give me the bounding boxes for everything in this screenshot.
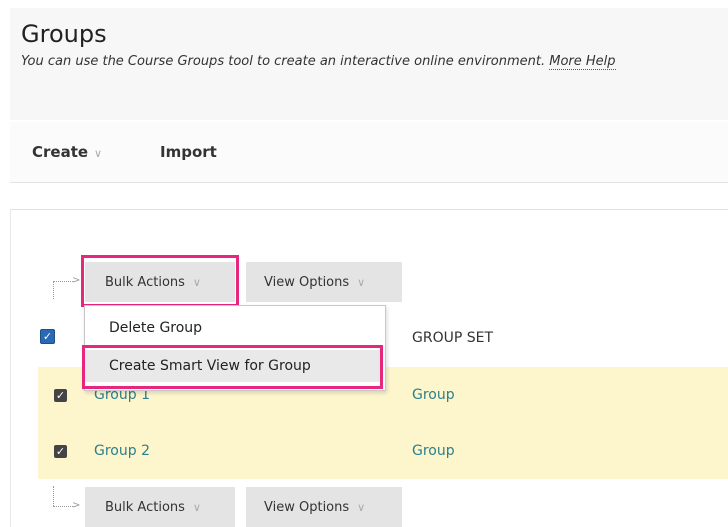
chevron-down-icon: ∨ <box>94 147 103 160</box>
bulk-actions-button-bottom[interactable]: Bulk Actions ∨ <box>85 487 235 527</box>
view-options-label: View Options <box>264 499 350 515</box>
view-options-label: View Options <box>264 274 350 290</box>
group-set-link[interactable]: Group <box>412 443 455 459</box>
page-description: You can use the Course Groups tool to cr… <box>21 54 616 70</box>
bulk-actions-label: Bulk Actions <box>105 499 185 515</box>
bracket-arrow-icon: > <box>72 500 81 511</box>
row-checkbox[interactable]: ✓ <box>54 389 67 402</box>
action-bar <box>10 122 728 183</box>
bracket-connector-bottom <box>53 486 54 506</box>
bulk-actions-highlight <box>81 255 239 307</box>
chevron-down-icon: ∨ <box>192 500 201 514</box>
bracket-arrow-icon: > <box>72 275 81 286</box>
smart-view-highlight <box>82 345 383 389</box>
row-checkbox[interactable]: ✓ <box>54 445 67 458</box>
more-help-link[interactable]: More Help <box>549 54 616 70</box>
view-options-button[interactable]: View Options ∨ <box>246 262 402 302</box>
group-set-link[interactable]: Group <box>412 387 455 403</box>
bracket-connector-top <box>53 281 54 299</box>
description-text: You can use the Course Groups tool to cr… <box>21 54 546 69</box>
column-header-group-set: GROUP SET <box>412 330 494 346</box>
import-button[interactable]: Import <box>160 143 217 161</box>
page-title: Groups <box>21 20 107 48</box>
chevron-down-icon: ∨ <box>357 500 366 514</box>
select-all-checkbox[interactable]: ✓ <box>40 329 55 344</box>
create-menu-button[interactable]: Create ∨ <box>32 143 102 161</box>
chevron-down-icon: ∨ <box>357 275 366 289</box>
create-label: Create <box>32 143 89 161</box>
view-options-button-bottom[interactable]: View Options ∨ <box>246 487 402 527</box>
menu-item-delete-group[interactable]: Delete Group <box>85 320 407 336</box>
group-name-link[interactable]: Group 2 <box>94 443 150 459</box>
